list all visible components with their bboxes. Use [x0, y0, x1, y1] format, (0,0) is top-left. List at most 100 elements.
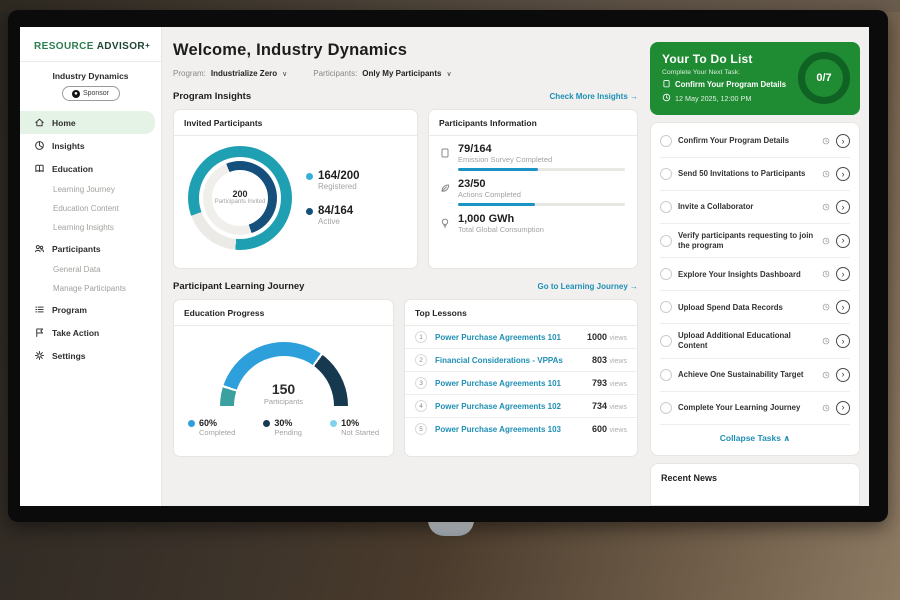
lesson-row: 3 Power Purchase Agreements 101 793 view… [405, 372, 637, 395]
energy-icon [439, 216, 451, 228]
todo-open-button[interactable]: › [836, 167, 850, 181]
org-name: Industry Dynamics [20, 62, 161, 81]
sidebar-item-education[interactable]: Education [20, 157, 161, 180]
legend-dot [330, 420, 337, 427]
lesson-rank: 1 [415, 331, 427, 343]
legend-dot [306, 208, 313, 215]
todo-checkbox[interactable] [660, 135, 672, 147]
sponsor-badge-icon: ● [72, 90, 80, 98]
todo-open-button[interactable]: › [836, 300, 850, 314]
sidebar-item-insights[interactable]: Insights [20, 134, 161, 157]
todo-open-button[interactable]: › [836, 368, 850, 382]
task-icon [662, 79, 671, 90]
sidebar-item-program[interactable]: Program [20, 298, 161, 321]
todo-checkbox[interactable] [660, 268, 672, 280]
legend-value: 60% [199, 418, 235, 428]
sidebar-item-education-content[interactable]: Education Content [20, 199, 161, 218]
recent-news-card: Recent News [650, 463, 860, 506]
program-filter-value: Industrialize Zero [211, 69, 277, 78]
todo-open-button[interactable]: › [836, 134, 850, 148]
participants-icon [34, 243, 45, 254]
active-ring: 200 Participants Invited [203, 161, 277, 235]
stat-value: 79/164 [458, 143, 625, 155]
stat-label: Actions Completed [458, 190, 625, 199]
lesson-link[interactable]: Power Purchase Agreements 101 [435, 333, 579, 342]
legend-dot [263, 420, 270, 427]
todo-checkbox[interactable] [660, 201, 672, 213]
section-title: Participant Learning Journey [173, 281, 304, 292]
participants-information-card: Participants Information 79/164 Emission… [428, 109, 638, 269]
lesson-views: 793 [592, 378, 607, 388]
todo-checkbox[interactable] [660, 301, 672, 313]
sidebar-item-label: Settings [52, 351, 86, 361]
sidebar-item-general-data[interactable]: General Data [20, 260, 161, 279]
participants-filter[interactable]: Participants: Only My Participants ∨ [313, 69, 451, 78]
todo-open-button[interactable]: › [836, 401, 850, 415]
todo-checkbox[interactable] [660, 235, 672, 247]
lesson-link[interactable]: Power Purchase Agreements 103 [435, 425, 584, 434]
check-more-insights-link[interactable]: Check More Insights → [550, 92, 638, 101]
sidebar-item-label: Take Action [52, 328, 99, 338]
participants-filter-label: Participants: [313, 69, 357, 78]
todo-item: Verify participants requesting to join t… [660, 224, 850, 258]
brand-plus: + [145, 41, 150, 50]
donut-chart: 200 Participants Invited 164/200 Registe [174, 136, 417, 250]
lesson-rank: 3 [415, 377, 427, 389]
todo-progress-ring: 0/7 [798, 52, 850, 104]
collapse-tasks-link[interactable]: Collapse Tasks ∧ [660, 425, 850, 453]
todo-item-label: Explore Your Insights Dashboard [678, 270, 816, 280]
todo-item-label: Achieve One Sustainability Target [678, 370, 816, 380]
filters-row: Program: Industrialize Zero ∨ Participan… [173, 69, 638, 78]
go-to-learning-journey-link[interactable]: Go to Learning Journey → [538, 282, 638, 291]
todo-title: Your To Do List [662, 52, 786, 66]
page-title: Welcome, Industry Dynamics [173, 41, 638, 60]
monitor-bezel: RESOURCE ADVISOR+ Industry Dynamics ● Sp… [8, 10, 888, 522]
stat-value: 1,000 GWh [458, 213, 625, 225]
sidebar-item-participants[interactable]: Participants [20, 237, 161, 260]
learning-cards-row: Education Progress 150 Participants 60% [173, 299, 638, 457]
stat-label: Total Global Consumption [458, 225, 625, 234]
sidebar-item-learning-insights[interactable]: Learning Insights [20, 218, 161, 237]
todo-open-button[interactable]: › [836, 334, 850, 348]
todo-checkbox[interactable] [660, 402, 672, 414]
legend-label: Pending [274, 428, 302, 437]
todo-item-label: Upload Spend Data Records [678, 303, 816, 313]
todo-open-button[interactable]: › [836, 200, 850, 214]
chevron-down-icon: ∨ [446, 70, 451, 78]
sidebar: RESOURCE ADVISOR+ Industry Dynamics ● Sp… [20, 27, 162, 506]
stat-global-consumption: 1,000 GWh Total Global Consumption [439, 213, 625, 238]
stat-emission-survey: 79/164 Emission Survey Completed [439, 143, 625, 171]
sidebar-item-take-action[interactable]: Take Action [20, 321, 161, 344]
clock-icon [822, 332, 830, 350]
app-logo: RESOURCE ADVISOR+ [20, 37, 161, 62]
program-filter[interactable]: Program: Industrialize Zero ∨ [173, 69, 287, 78]
todo-checkbox[interactable] [660, 168, 672, 180]
sidebar-item-manage-participants[interactable]: Manage Participants [20, 279, 161, 298]
card-title: Education Progress [174, 300, 393, 326]
todo-open-button[interactable]: › [836, 234, 850, 248]
lesson-row: 2 Financial Considerations - VPPAs 803 v… [405, 349, 637, 372]
todo-checkbox[interactable] [660, 335, 672, 347]
sidebar-item-learning-journey[interactable]: Learning Journey [20, 180, 161, 199]
clock-icon [822, 298, 830, 316]
lesson-link[interactable]: Power Purchase Agreements 102 [435, 402, 584, 411]
sidebar-item-label: Home [52, 118, 76, 128]
brand-resource: RESOURCE [34, 41, 94, 52]
todo-item-label: Upload Additional Educational Content [678, 331, 816, 350]
todo-open-button[interactable]: › [836, 267, 850, 281]
lesson-link[interactable]: Financial Considerations - VPPAs [435, 356, 584, 365]
lesson-views: 600 [592, 424, 607, 434]
sidebar-item-home[interactable]: Home [20, 111, 155, 134]
lesson-link[interactable]: Power Purchase Agreements 101 [435, 379, 584, 388]
sidebar-item-settings[interactable]: Settings [20, 344, 161, 367]
sidebar-nav: Home Insights Education Learning Journey… [20, 111, 161, 367]
todo-next-task: Confirm Your Program Details [662, 79, 786, 90]
progress-bar [458, 203, 625, 206]
legend-dot [188, 420, 195, 427]
gauge-legend: 60% Completed 30% Pending [174, 406, 393, 437]
todo-progress-value: 0/7 [816, 72, 831, 84]
todo-checkbox[interactable] [660, 369, 672, 381]
lesson-row: 4 Power Purchase Agreements 102 734 view… [405, 395, 637, 418]
lesson-rank: 2 [415, 354, 427, 366]
registered-ring: 200 Participants Invited [188, 146, 292, 250]
